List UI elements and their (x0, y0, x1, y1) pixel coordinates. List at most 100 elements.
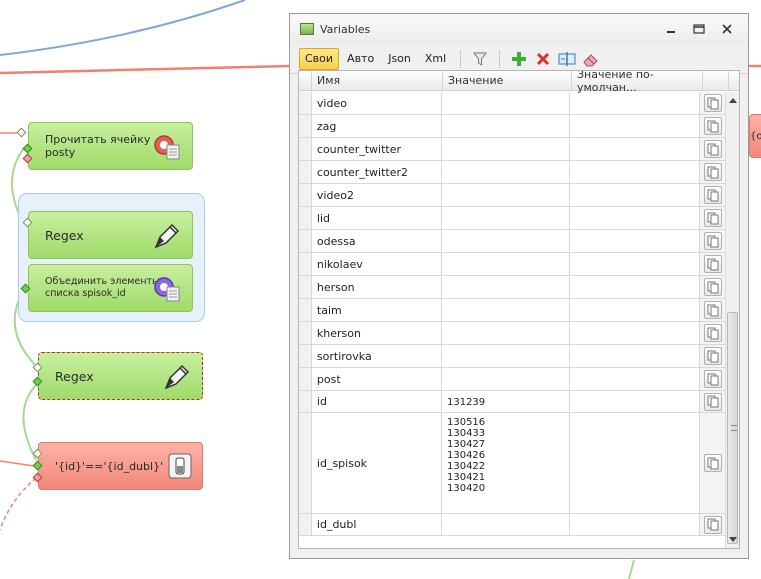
table-row[interactable]: herson (299, 276, 726, 299)
variable-value-cell[interactable] (442, 138, 571, 160)
variable-value-cell[interactable] (442, 299, 571, 321)
node-compare[interactable]: '{id}'=='{id_dubl}' (38, 442, 203, 490)
variable-name-cell[interactable]: video2 (312, 184, 442, 206)
maximize-button[interactable] (692, 22, 706, 36)
variable-name-cell[interactable]: id_dubl (312, 514, 442, 535)
node-read-cell[interactable]: Прочитать ячейку posty (28, 122, 193, 170)
copy-button[interactable] (703, 370, 722, 388)
row-selector[interactable] (299, 299, 312, 321)
copy-button[interactable] (703, 324, 722, 342)
variable-value-cell[interactable] (442, 253, 571, 275)
table-row[interactable]: nikolaev (299, 253, 726, 276)
copy-button[interactable] (703, 209, 722, 227)
table-row[interactable]: lid (299, 207, 726, 230)
default-value-cell[interactable] (570, 253, 701, 275)
add-variable-button[interactable] (508, 48, 530, 70)
row-selector[interactable] (299, 184, 312, 206)
row-selector[interactable] (299, 322, 312, 344)
tab-auto[interactable]: Авто (341, 48, 380, 70)
variable-value-cell[interactable] (442, 207, 571, 229)
node-clipped-right[interactable]: {od (749, 114, 761, 158)
tab-xml[interactable]: Xml (419, 48, 452, 70)
tab-json[interactable]: Json (382, 48, 417, 70)
variable-value-cell[interactable] (442, 230, 571, 252)
variable-value-cell[interactable] (442, 368, 571, 390)
table-row[interactable]: video2 (299, 184, 726, 207)
variable-name-cell[interactable]: id_spisok (312, 413, 442, 513)
header-value[interactable]: Значение (443, 71, 572, 90)
variable-value-cell[interactable] (442, 92, 571, 114)
clear-button[interactable] (580, 48, 602, 70)
row-selector[interactable] (299, 138, 312, 160)
table-row[interactable]: id 131239 (299, 391, 726, 413)
default-value-cell[interactable] (570, 413, 701, 513)
node-regex-2[interactable]: Regex (38, 352, 203, 400)
variable-name-cell[interactable]: taim (312, 299, 442, 321)
variable-name-cell[interactable]: post (312, 368, 442, 390)
variable-value-cell[interactable] (442, 345, 571, 367)
variable-value-cell[interactable] (442, 276, 571, 298)
row-selector[interactable] (299, 92, 312, 114)
variable-value-cell[interactable]: 131239 (442, 391, 571, 412)
default-value-cell[interactable] (570, 276, 701, 298)
copy-button[interactable] (703, 301, 722, 319)
copy-button[interactable] (703, 186, 722, 204)
table-row[interactable]: kherson (299, 322, 726, 345)
variable-name-cell[interactable]: lid (312, 207, 442, 229)
row-selector[interactable] (299, 207, 312, 229)
scrollbar-thumb[interactable] (727, 312, 738, 544)
copy-button[interactable] (703, 140, 722, 158)
scroll-down-icon[interactable] (729, 537, 737, 542)
copy-button[interactable] (703, 454, 722, 472)
default-value-cell[interactable] (570, 138, 701, 160)
table-row[interactable]: counter_twitter (299, 138, 726, 161)
tab-own[interactable]: Свои (299, 47, 340, 70)
variable-value-cell[interactable] (442, 322, 571, 344)
table-row[interactable]: video (299, 92, 726, 115)
row-selector[interactable] (299, 161, 312, 183)
table-row[interactable]: counter_twitter2 (299, 161, 726, 184)
variable-value-cell[interactable] (442, 115, 571, 137)
variable-value-cell[interactable] (442, 514, 571, 535)
table-row[interactable]: taim (299, 299, 726, 322)
copy-button[interactable] (703, 278, 722, 296)
row-selector[interactable] (299, 253, 312, 275)
copy-button[interactable] (703, 515, 722, 534)
minimize-button[interactable] (664, 22, 678, 36)
row-selector[interactable] (299, 115, 312, 137)
default-value-cell[interactable] (570, 345, 701, 367)
table-row[interactable]: odessa (299, 230, 726, 253)
row-selector[interactable] (299, 413, 312, 513)
copy-button[interactable] (703, 347, 722, 365)
copy-button[interactable] (703, 163, 722, 181)
variable-name-cell[interactable]: video (312, 92, 442, 114)
variable-name-cell[interactable]: counter_twitter (312, 138, 442, 160)
variable-name-cell[interactable]: id (312, 391, 442, 412)
default-value-cell[interactable] (570, 322, 701, 344)
row-selector[interactable] (299, 276, 312, 298)
edit-variable-button[interactable] (556, 48, 578, 70)
row-selector[interactable] (299, 345, 312, 367)
variable-name-cell[interactable]: sortirovka (312, 345, 442, 367)
scroll-up-icon[interactable] (729, 98, 737, 103)
default-value-cell[interactable] (570, 92, 701, 114)
row-selector[interactable] (299, 230, 312, 252)
table-row[interactable]: zag (299, 115, 726, 138)
default-value-cell[interactable] (570, 230, 701, 252)
variable-value-cell[interactable] (442, 161, 571, 183)
close-button[interactable] (720, 22, 734, 36)
header-default-value[interactable]: Значение по-умолчан... (572, 71, 703, 94)
row-selector[interactable] (299, 391, 312, 412)
delete-variable-button[interactable] (532, 48, 554, 70)
variable-name-cell[interactable]: zag (312, 115, 442, 137)
vertical-scrollbar[interactable] (725, 92, 739, 548)
header-name[interactable]: Имя (312, 71, 443, 90)
table-row[interactable]: post (299, 368, 726, 391)
default-value-cell[interactable] (570, 299, 701, 321)
default-value-cell[interactable] (570, 184, 701, 206)
copy-button[interactable] (703, 255, 722, 273)
node-merge-list[interactable]: Объединить элементы списка spisok_id (28, 264, 193, 312)
copy-button[interactable] (703, 94, 722, 112)
default-value-cell[interactable] (570, 391, 701, 412)
variable-name-cell[interactable]: odessa (312, 230, 442, 252)
